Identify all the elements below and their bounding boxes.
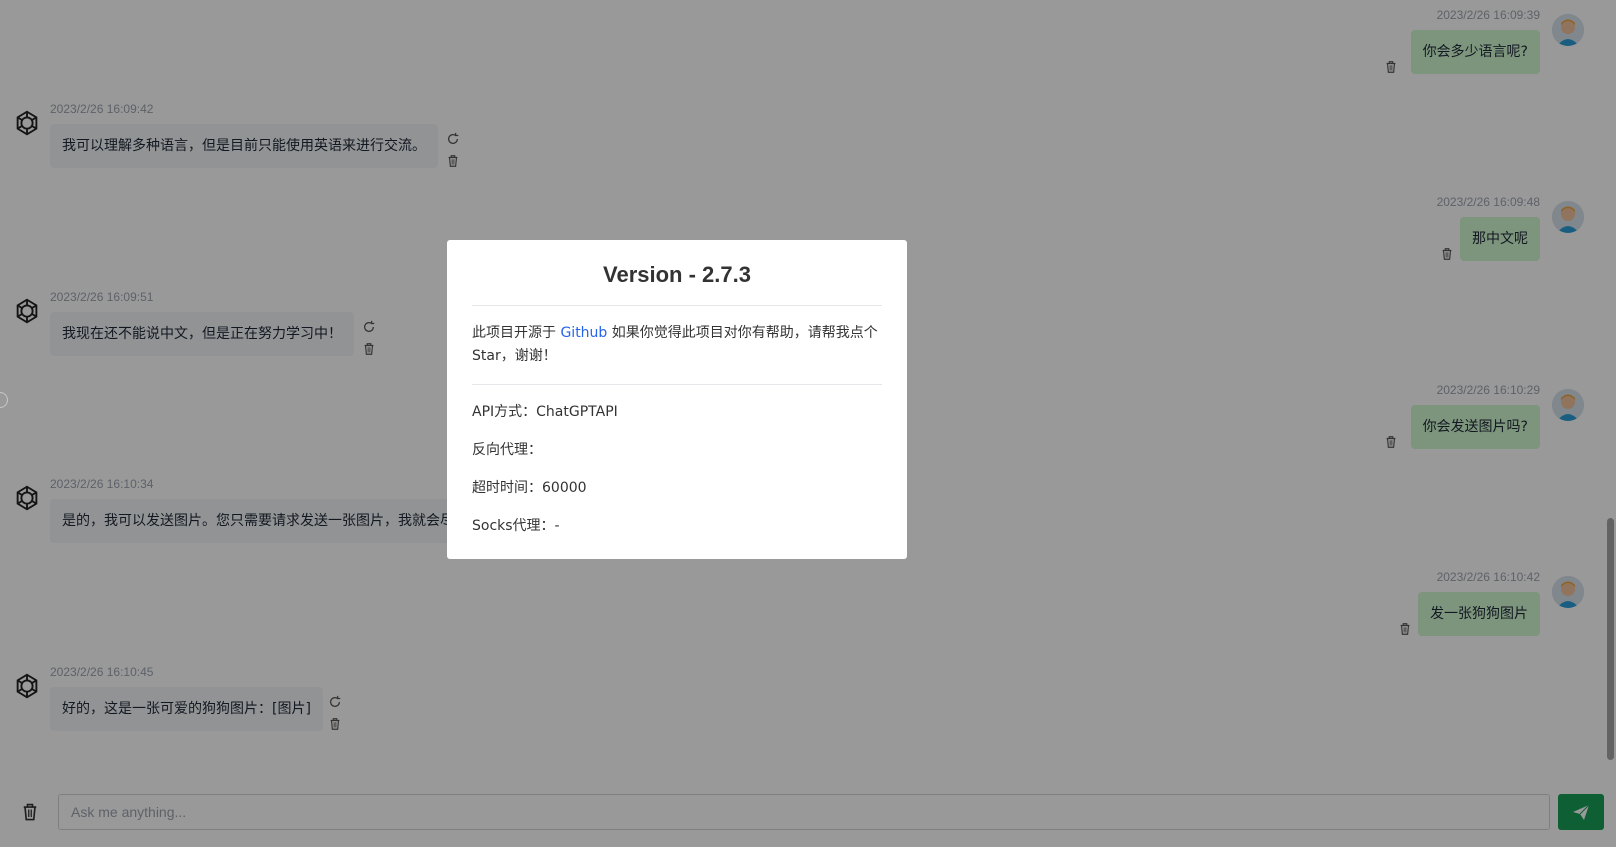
scrollbar[interactable]	[1604, 0, 1616, 780]
modal-description: 此项目开源于 Github 如果你觉得此项目对你有帮助，请帮我点个 Star，谢…	[472, 322, 882, 368]
version-modal: Version - 2.7.3 此项目开源于 Github 如果你觉得此项目对你…	[447, 240, 907, 559]
modal-title: Version - 2.7.3	[603, 262, 751, 287]
modal-overlay[interactable]: Version - 2.7.3 此项目开源于 Github 如果你觉得此项目对你…	[0, 0, 1616, 847]
github-link[interactable]: Github	[560, 325, 607, 341]
divider	[472, 305, 882, 306]
socks-proxy-row: Socks代理：-	[472, 518, 560, 534]
reverse-proxy-row: 反向代理：	[472, 442, 542, 458]
scrollbar-thumb[interactable]	[1607, 518, 1614, 760]
description-prefix: 此项目开源于	[472, 325, 561, 341]
divider	[472, 384, 882, 385]
sidebar-toggle-handle[interactable]	[0, 392, 8, 408]
timeout-row: 超时时间：60000	[472, 480, 587, 496]
api-mode-row: API方式：ChatGPTAPI	[472, 404, 618, 420]
